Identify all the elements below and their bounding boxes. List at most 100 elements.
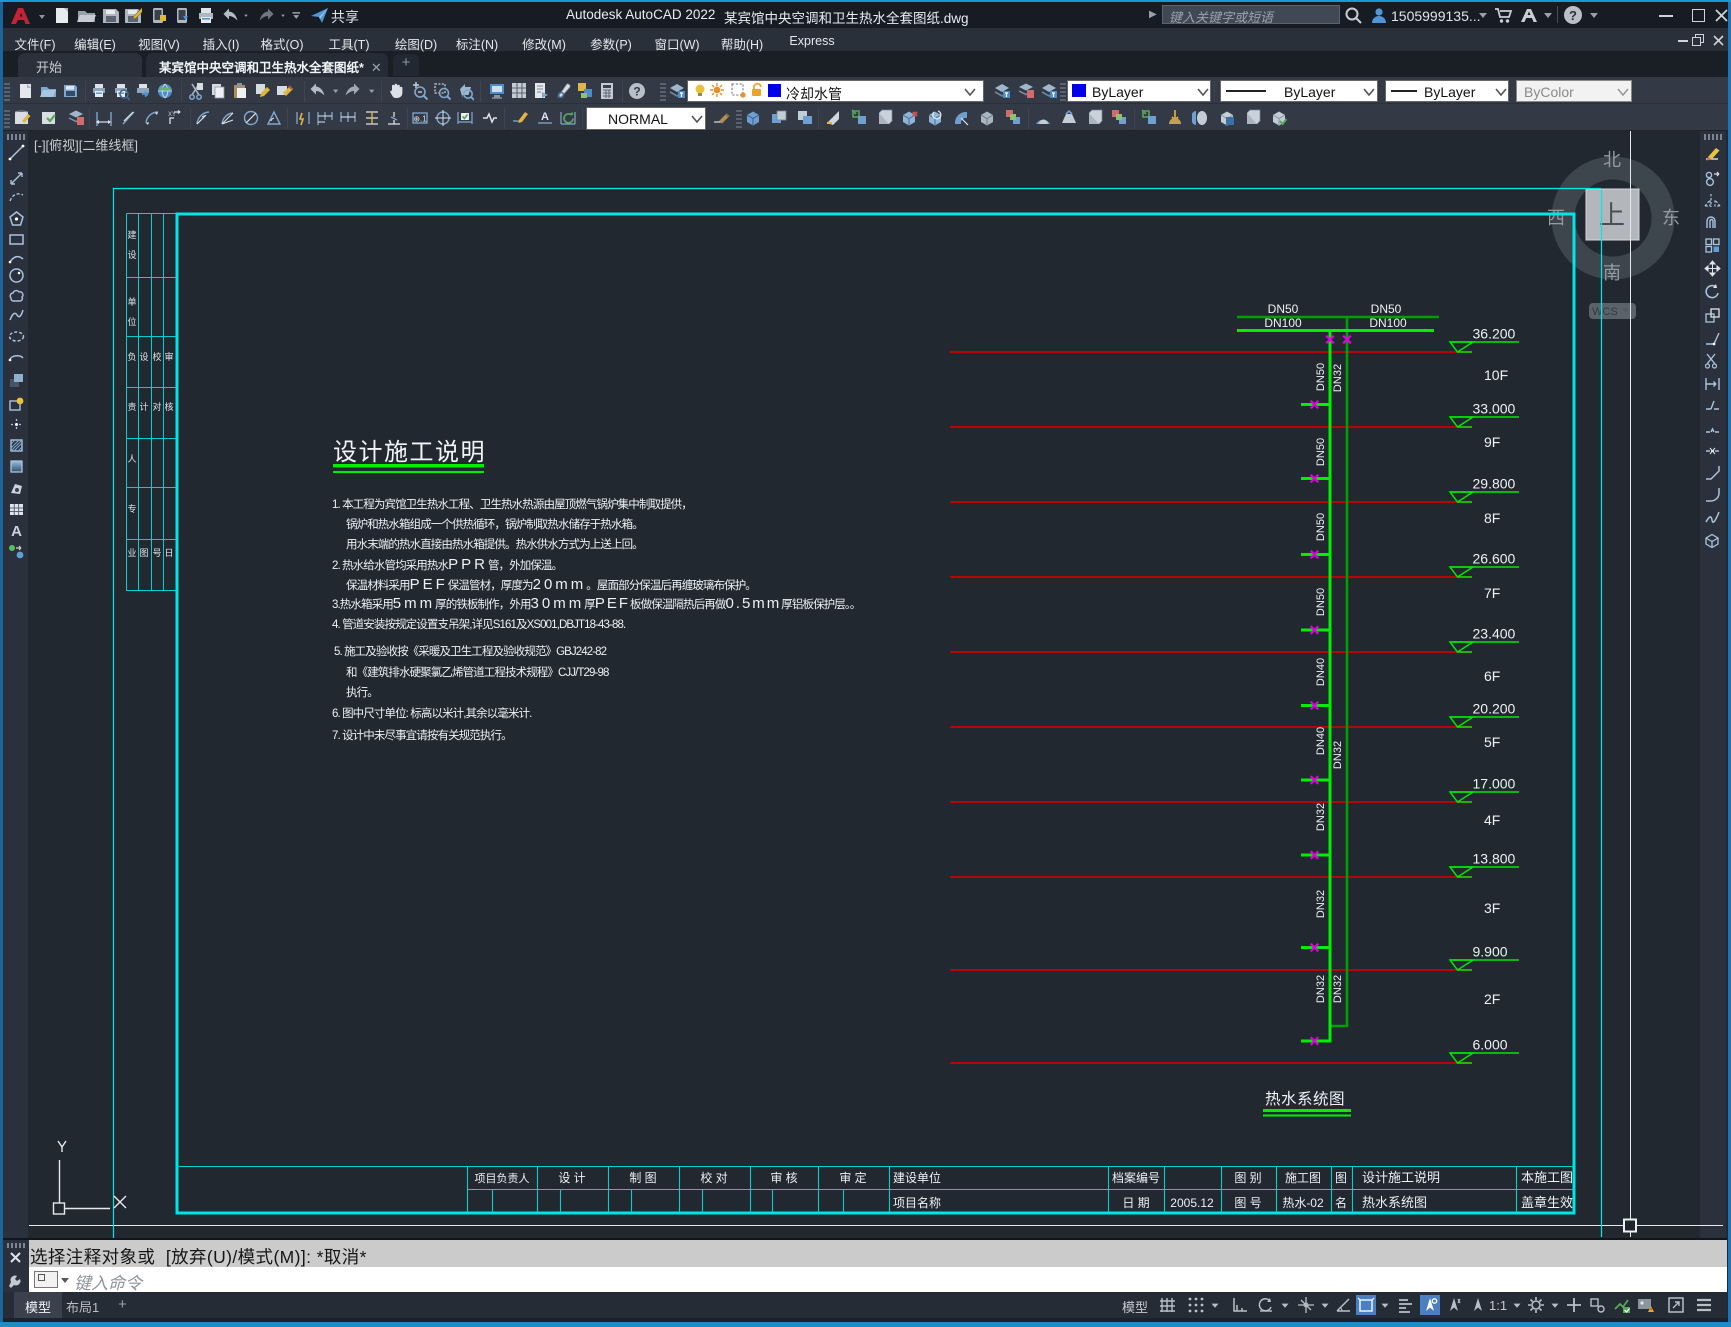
svg-text:DN32: DN32	[1332, 741, 1344, 769]
svg-text:东: 东	[1662, 208, 1680, 228]
svg-text:26.600: 26.600	[1473, 551, 1516, 567]
svg-text:设计施工说明: 设计施工说明	[1362, 1170, 1440, 1185]
svg-text:DN50: DN50	[1315, 438, 1327, 466]
svg-text:锅炉和热水箱组成一个供热循环，锅炉制取热水储存于热水箱。: 锅炉和热水箱组成一个供热循环，锅炉制取热水储存于热水箱。	[346, 517, 643, 531]
svg-text:档案编号: 档案编号	[1112, 1170, 1160, 1185]
svg-text:DN50: DN50	[1315, 363, 1327, 391]
svg-text:审: 审	[164, 351, 173, 362]
svg-text:和《建筑排水硬聚氯乙烯管道工程技术规程》CJJ/T29-98: 和《建筑排水硬聚氯乙烯管道工程技术规程》CJJ/T29-98	[346, 665, 609, 679]
svg-text:项目负责人: 项目负责人	[475, 1171, 530, 1185]
svg-text:DN32: DN32	[1315, 890, 1327, 918]
svg-text:图: 图	[1335, 1171, 1347, 1185]
svg-text:5F: 5F	[1484, 734, 1500, 750]
svg-text:7F: 7F	[1484, 585, 1500, 601]
svg-text:建设单位: 建设单位	[893, 1170, 941, 1185]
svg-text:热水系统图: 热水系统图	[1362, 1195, 1427, 1210]
svg-text:[-][俯视][二维线框]: [-][俯视][二维线框]	[34, 138, 138, 153]
svg-text:DN40: DN40	[1315, 658, 1327, 686]
svg-text:责: 责	[127, 401, 136, 412]
svg-text:南: 南	[1603, 263, 1621, 283]
svg-text:DN100: DN100	[1369, 316, 1407, 330]
svg-text:日 期: 日 期	[1122, 1196, 1149, 1210]
svg-text:A: A	[541, 111, 549, 123]
svg-text:3F: 3F	[1484, 900, 1500, 916]
svg-text:名: 名	[1335, 1195, 1347, 1210]
svg-text:设: 设	[139, 352, 148, 362]
svg-text:施工图: 施工图	[1285, 1171, 1321, 1185]
svg-text:执行。: 执行。	[346, 685, 378, 699]
svg-text:建: 建	[127, 229, 136, 240]
svg-text:?: ?	[633, 85, 640, 99]
svg-text:保温材料采用PEF保温管材，厚度为20mm。屋面部分保温后再: 保温材料采用PEF保温管材，厚度为20mm。屋面部分保温后再缠玻璃布保护。	[346, 576, 756, 593]
svg-text:DN40: DN40	[1315, 727, 1327, 755]
svg-text:西: 西	[1547, 208, 1565, 228]
svg-text:?: ?	[1569, 8, 1577, 23]
svg-text:5. 施工及验收按《采暖及卫生工程及验收规范》GBJ242-: 5. 施工及验收按《采暖及卫生工程及验收规范》GBJ242-82	[334, 644, 607, 658]
svg-text:20.200: 20.200	[1473, 701, 1516, 717]
svg-text:DN50: DN50	[1315, 588, 1327, 616]
svg-text:4F: 4F	[1484, 812, 1500, 828]
svg-text:3.热水箱采用5mm厚的铁板制作，外用30mm厚PEF板做保: 3.热水箱采用5mm厚的铁板制作，外用30mm厚PEF板做保温隔热后再做0.5m…	[332, 595, 860, 612]
svg-text:6.000: 6.000	[1473, 1037, 1508, 1053]
svg-text:DN32: DN32	[1332, 364, 1344, 392]
svg-text:图: 图	[139, 548, 148, 558]
svg-text:17.000: 17.000	[1473, 776, 1516, 792]
svg-text:23.400: 23.400	[1473, 626, 1516, 642]
svg-text:7. 设计中未尽事宜请按有关规范执行。: 7. 设计中未尽事宜请按有关规范执行。	[332, 728, 512, 742]
svg-text:6F: 6F	[1484, 668, 1500, 684]
svg-text:XY: XY	[168, 112, 176, 118]
svg-text:10F: 10F	[1484, 367, 1508, 383]
svg-text:WCS: WCS	[1592, 306, 1618, 318]
svg-text:用水末端的热水直接由热水箱提供。热水供水方式为上送上回。: 用水末端的热水直接由热水箱提供。热水供水方式为上送上回。	[346, 537, 643, 551]
svg-text:位: 位	[127, 316, 136, 327]
svg-text:本施工图: 本施工图	[1521, 1170, 1573, 1185]
svg-text:DN100: DN100	[1264, 316, 1302, 330]
svg-text:2005.12: 2005.12	[1170, 1196, 1214, 1210]
svg-text:1. 本工程为宾馆卫生热水工程、卫生热水热源由屋顶燃气锅炉集: 1. 本工程为宾馆卫生热水工程、卫生热水热源由屋顶燃气锅炉集中制取提供，	[332, 497, 692, 511]
svg-text:热水-02: 热水-02	[1282, 1196, 1324, 1210]
svg-text:北: 北	[1603, 150, 1621, 170]
svg-text:DN32: DN32	[1332, 975, 1344, 1003]
svg-text:8F: 8F	[1484, 510, 1500, 526]
svg-text:9.900: 9.900	[1473, 944, 1508, 960]
svg-text:审 核: 审 核	[770, 1170, 797, 1185]
svg-text:36.200: 36.200	[1473, 326, 1516, 342]
svg-text:2F: 2F	[1484, 991, 1500, 1007]
svg-text:核: 核	[164, 401, 173, 412]
svg-text:33.000: 33.000	[1473, 401, 1516, 417]
svg-text:DN50: DN50	[1268, 302, 1299, 316]
svg-text:对: 对	[152, 401, 161, 412]
svg-text:DN32: DN32	[1315, 803, 1327, 831]
svg-text:计: 计	[139, 401, 148, 412]
svg-text:业: 业	[127, 548, 136, 558]
svg-text:13.800: 13.800	[1473, 851, 1516, 867]
svg-text:日: 日	[164, 548, 173, 558]
svg-text:2. 热水给水管均采用热水PPR管，外加保温。: 2. 热水给水管均采用热水PPR管，外加保温。	[332, 556, 562, 573]
svg-text:制 图: 制 图	[629, 1171, 656, 1185]
svg-text:专: 专	[127, 503, 136, 514]
svg-text:DN32: DN32	[1315, 975, 1327, 1003]
svg-text:单: 单	[127, 296, 136, 307]
svg-text:图 别: 图 别	[1234, 1171, 1261, 1185]
svg-text:上: 上	[1599, 200, 1625, 230]
svg-text:图 号: 图 号	[1234, 1196, 1261, 1210]
svg-text:A: A	[11, 523, 22, 540]
svg-text:4. 管道安装按规定设置支吊架,详见S161及XS001,D: 4. 管道安装按规定设置支吊架,详见S161及XS001,DBJT18-43-8…	[332, 617, 626, 631]
svg-text:负: 负	[127, 351, 136, 362]
svg-text:29.800: 29.800	[1473, 476, 1516, 492]
svg-text:盖章生效: 盖章生效	[1521, 1195, 1573, 1210]
svg-text:审 定: 审 定	[839, 1170, 866, 1185]
svg-text:校: 校	[152, 351, 161, 362]
svg-text:设计施工说明: 设计施工说明	[333, 439, 486, 466]
svg-text:设: 设	[127, 250, 136, 260]
svg-text:DN50: DN50	[1315, 513, 1327, 541]
svg-text:校 对: 校 对	[700, 1170, 727, 1185]
svg-text:人: 人	[127, 454, 136, 464]
svg-text:9F: 9F	[1484, 434, 1500, 450]
svg-text:项目名称: 项目名称	[893, 1195, 941, 1210]
svg-text:6. 图中尺寸单位: 标高以米计,其余以毫米计.: 6. 图中尺寸单位: 标高以米计,其余以毫米计.	[332, 706, 532, 720]
svg-text:设 计: 设 计	[558, 1171, 585, 1185]
svg-text:号: 号	[152, 548, 161, 558]
svg-text:⊕.1: ⊕.1	[413, 115, 427, 124]
svg-text:DN50: DN50	[1371, 302, 1402, 316]
